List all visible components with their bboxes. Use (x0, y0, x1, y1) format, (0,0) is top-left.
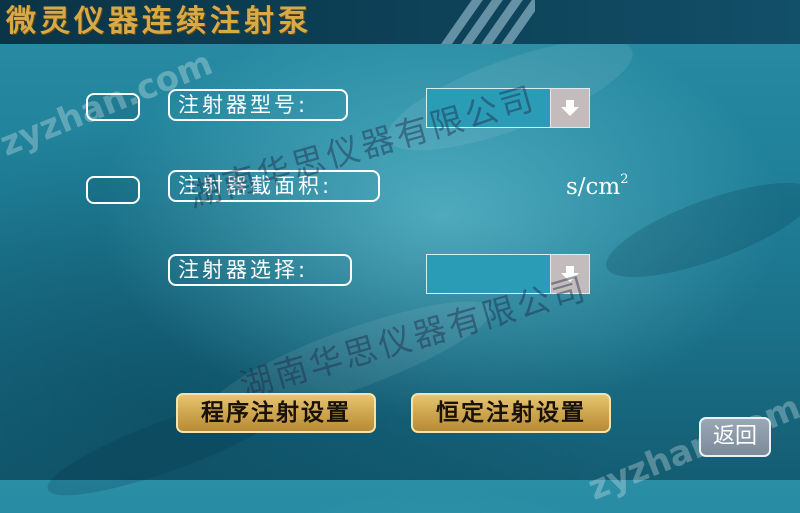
area-checkbox[interactable] (86, 176, 140, 204)
constant-injection-button[interactable]: 恒定注射设置 (411, 393, 611, 433)
back-button[interactable]: 返回 (699, 417, 771, 457)
arrow-down-icon[interactable] (550, 89, 589, 127)
model-label: 注射器型号: (168, 89, 348, 121)
app-title: 微灵仪器连续注射泵 (6, 4, 312, 39)
program-injection-button[interactable]: 程序注射设置 (176, 393, 376, 433)
select-label: 注射器选择: (168, 254, 352, 286)
area-unit: s/cm2 (566, 172, 629, 200)
title-stripes-decoration (435, 0, 535, 44)
title-bar: 微灵仪器连续注射泵 (0, 0, 800, 44)
